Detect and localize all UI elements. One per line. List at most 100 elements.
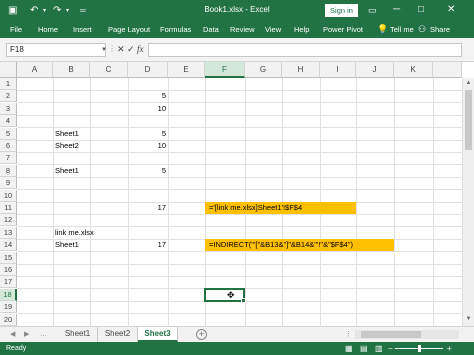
tab-formulas[interactable]: Formulas xyxy=(160,25,191,35)
tab-help[interactable]: Help xyxy=(294,25,309,35)
column-header-k[interactable]: K xyxy=(394,62,433,78)
row-header-18[interactable]: 18 xyxy=(0,288,17,301)
scrollbar-thumb[interactable] xyxy=(361,331,421,338)
share-icon[interactable]: ⚇ xyxy=(418,24,426,35)
column-header-a[interactable]: A xyxy=(17,62,53,78)
scrollbar-thumb[interactable] xyxy=(465,90,472,150)
cell-b14[interactable]: Sheet1 xyxy=(53,239,90,251)
selected-cell-f18[interactable] xyxy=(204,288,245,302)
column-header-partial[interactable] xyxy=(433,62,462,78)
sheet-more-icon[interactable]: … xyxy=(40,329,47,340)
cell-b5[interactable]: Sheet1 xyxy=(53,128,90,140)
cell-b8[interactable]: Sheet1 xyxy=(53,165,90,177)
sheet-prev-icon[interactable]: ◀ xyxy=(10,329,15,340)
sign-in-button[interactable]: Sign in xyxy=(325,4,358,17)
zoom-slider-knob[interactable] xyxy=(418,345,421,352)
normal-view-icon[interactable]: ▦ xyxy=(345,343,353,354)
cell-d3[interactable]: 10 xyxy=(128,103,168,115)
page-break-view-icon[interactable]: ▥ xyxy=(375,343,383,354)
row-header-15[interactable]: 15 xyxy=(0,251,17,264)
cell-d5[interactable]: 5 xyxy=(128,128,168,140)
zoom-out-icon[interactable]: − xyxy=(388,343,393,354)
row-header-1[interactable]: 1 xyxy=(0,78,17,90)
tab-data[interactable]: Data xyxy=(203,25,219,35)
maximize-button[interactable]: □ xyxy=(418,3,424,17)
row-header-6[interactable]: 6 xyxy=(0,140,17,152)
add-sheet-button[interactable]: + xyxy=(196,329,207,340)
row-header-9[interactable]: 9 xyxy=(0,177,17,190)
cell-d8[interactable]: 5 xyxy=(128,165,168,177)
cancel-icon[interactable]: ✕ xyxy=(117,44,125,55)
minimize-button[interactable]: ─ xyxy=(393,3,400,17)
column-header-e[interactable]: E xyxy=(168,62,205,78)
scroll-up-icon[interactable]: ▲ xyxy=(463,80,474,86)
zoom-in-icon[interactable]: + xyxy=(447,343,452,354)
insert-function-icon[interactable]: fx xyxy=(137,44,144,55)
column-header-h[interactable]: H xyxy=(282,62,320,78)
cell-d11[interactable]: 17 xyxy=(128,202,168,214)
row-header-10[interactable]: 10 xyxy=(0,189,17,202)
row-header-17[interactable]: 17 xyxy=(0,276,17,289)
gridline xyxy=(17,263,462,265)
page-layout-view-icon[interactable]: ▤ xyxy=(360,343,368,354)
formula-input[interactable] xyxy=(148,43,462,57)
column-header-i[interactable]: I xyxy=(320,62,356,78)
row-header-5[interactable]: 5 xyxy=(0,127,17,140)
chevron-down-icon[interactable]: ▼ xyxy=(101,44,107,56)
tab-page-layout[interactable]: Page Layout xyxy=(108,25,150,35)
cell-d6[interactable]: 10 xyxy=(128,140,168,152)
row-header-20[interactable]: 20 xyxy=(0,313,17,326)
column-header-c[interactable]: C xyxy=(90,62,128,78)
gridline xyxy=(17,251,462,253)
cell-b13[interactable]: link me.xlsx xyxy=(53,227,128,239)
sheet-tab-sheet2[interactable]: Sheet2 xyxy=(98,327,138,342)
enter-icon[interactable]: ✓ xyxy=(127,44,135,55)
row-header-3[interactable]: 3 xyxy=(0,102,17,115)
name-box[interactable]: F18 ▼ xyxy=(6,43,107,57)
cell-f11-formula-text[interactable]: ='[link me.xlsx]Sheet1'!$F$4 xyxy=(205,202,356,214)
status-bar: Ready ▦ ▤ ▥ − + xyxy=(0,342,474,355)
share-button[interactable]: Share xyxy=(430,25,450,35)
gridline xyxy=(17,152,462,153)
tab-split-grip-icon[interactable]: ⋮ xyxy=(345,330,352,338)
horizontal-scrollbar[interactable] xyxy=(355,330,459,339)
tab-file[interactable]: File xyxy=(10,25,22,35)
column-header-g[interactable]: G xyxy=(245,62,282,78)
fill-handle[interactable] xyxy=(241,298,246,303)
cell-d2[interactable]: 5 xyxy=(128,90,168,102)
row-header-4[interactable]: 4 xyxy=(0,115,17,128)
sheet-tab-sheet3[interactable]: Sheet3 xyxy=(138,327,178,342)
column-header-d[interactable]: D xyxy=(128,62,168,78)
row-header-2[interactable]: 2 xyxy=(0,90,17,103)
column-header-j[interactable]: J xyxy=(356,62,394,78)
tab-insert[interactable]: Insert xyxy=(73,25,92,35)
scroll-down-icon[interactable]: ▼ xyxy=(463,316,474,322)
column-header-b[interactable]: B xyxy=(53,62,90,78)
select-all-corner[interactable] xyxy=(0,62,17,78)
column-header-f[interactable]: F xyxy=(205,62,245,78)
gridline xyxy=(17,313,462,315)
worksheet-grid[interactable]: A B C D E F G H I J K 1 2 3 4 5 6 7 8 9 … xyxy=(0,62,474,326)
close-button[interactable]: ✕ xyxy=(447,3,455,17)
tab-view[interactable]: View xyxy=(265,25,281,35)
ribbon-display-icon[interactable]: ▭ xyxy=(368,3,377,17)
row-header-13[interactable]: 13 xyxy=(0,226,17,239)
lightbulb-icon[interactable]: 💡 xyxy=(377,24,388,35)
tab-power-pivot[interactable]: Power Pivot xyxy=(323,25,363,35)
row-header-8[interactable]: 8 xyxy=(0,164,17,177)
vertical-scrollbar[interactable]: ▲ ▼ xyxy=(462,78,474,326)
cell-b6[interactable]: Sheet2 xyxy=(53,140,90,152)
tell-me-search[interactable]: Tell me xyxy=(390,25,414,35)
tab-review[interactable]: Review xyxy=(230,25,255,35)
row-header-19[interactable]: 19 xyxy=(0,301,17,314)
row-header-16[interactable]: 16 xyxy=(0,264,17,276)
tab-home[interactable]: Home xyxy=(38,25,58,35)
sheet-tab-sheet1[interactable]: Sheet1 xyxy=(58,327,98,342)
cell-d14[interactable]: 17 xyxy=(128,239,168,251)
sheet-next-icon[interactable]: ▶ xyxy=(24,329,29,340)
row-header-11[interactable]: 11 xyxy=(0,202,17,214)
row-header-7[interactable]: 7 xyxy=(0,152,17,165)
row-header-12[interactable]: 12 xyxy=(0,214,17,227)
cell-f14-formula-text[interactable]: =INDIRECT("'["&B13&"]"&B14&"'!"&"$F$4") xyxy=(205,239,394,252)
row-header-14[interactable]: 14 xyxy=(0,239,17,252)
